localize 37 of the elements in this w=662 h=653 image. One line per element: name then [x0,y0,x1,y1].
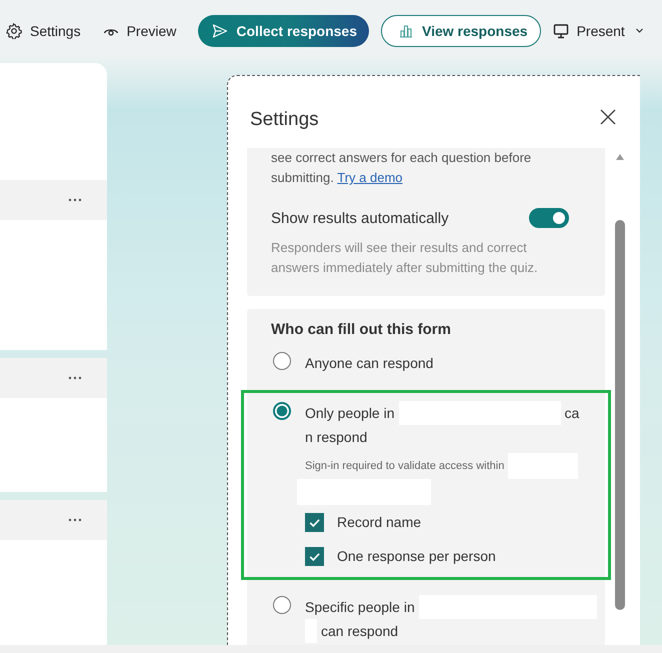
panel-title: Settings [250,109,319,131]
sign-in-note: Sign-in required to validate access within [305,460,504,472]
chevron-icon[interactable] [636,28,643,34]
checkbox-label: One response per person [337,548,496,564]
practice-description: see correct answers for each question before submitting. Try a demo [271,149,532,187]
toggle-label: Show results automatically [271,210,449,226]
option-label: Anyone can respond [305,355,434,371]
toolbar-button[interactable]: Settings [6,15,81,47]
more-icon[interactable] [68,376,82,380]
option-label: Specific people in [305,599,415,615]
close-icon[interactable] [600,109,616,125]
option-label: Only people in [305,405,395,421]
collect-button[interactable]: Collect responses [198,15,369,47]
option-label: n respond [305,429,368,445]
send-icon [212,23,228,39]
toolbar-button[interactable]: Preview [102,15,176,47]
toggle-description: Responders will see their results and correct answers immediately after submitting the quiz. [271,239,539,277]
section-heading: Who can fill out this form [270,321,452,338]
toggle-switch[interactable] [529,208,569,228]
more-icon[interactable] [68,518,82,522]
settings-icon [6,23,22,39]
option-label: can respond [321,623,398,639]
toolbar-button[interactable]: Present [552,15,625,47]
monitor-icon [552,23,569,39]
scrollbar-thumb[interactable] [615,220,625,610]
more-icon[interactable] [68,198,82,202]
view-button[interactable]: View responses [381,15,541,47]
checkbox-label: Record name [337,514,422,530]
radio-button[interactable] [273,352,291,370]
option-label: ca [564,405,580,421]
chart-icon [398,23,414,39]
demo-link[interactable]: Try a demo [337,170,403,185]
checkbox[interactable] [305,512,324,532]
scroll-up-icon[interactable] [616,154,624,160]
radio-button[interactable] [273,402,291,420]
radio-button[interactable] [273,596,291,614]
checkbox[interactable] [305,546,324,566]
